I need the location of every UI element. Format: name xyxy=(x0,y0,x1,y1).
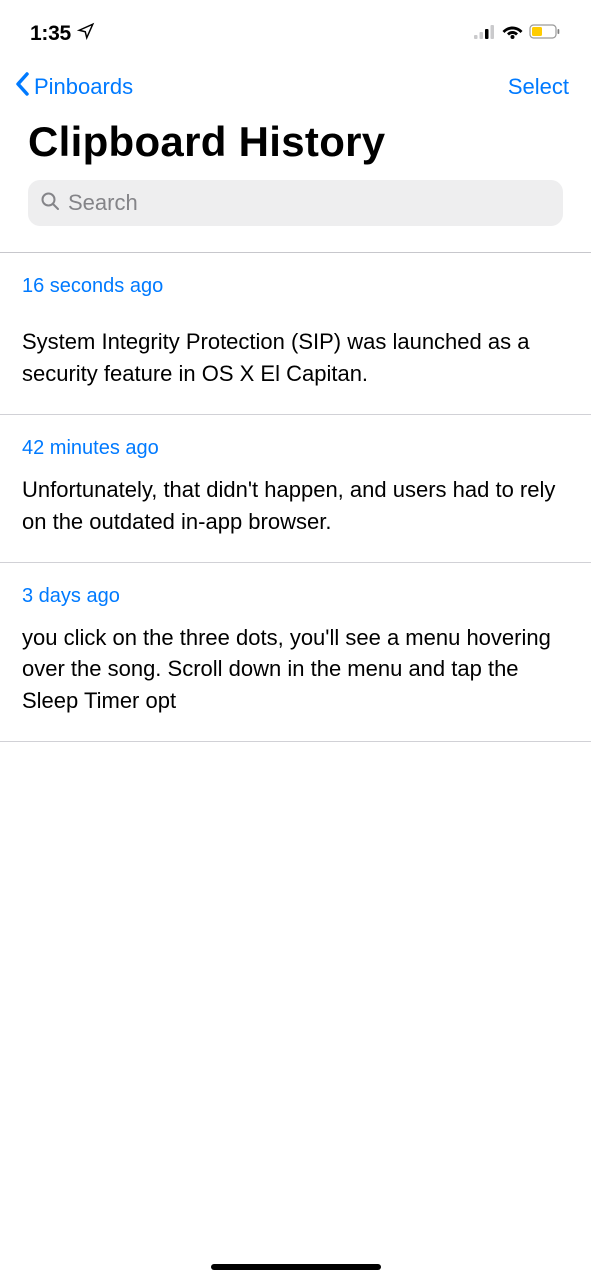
status-right xyxy=(474,24,561,44)
location-icon xyxy=(77,22,95,46)
home-indicator[interactable] xyxy=(211,1264,381,1270)
search-placeholder: Search xyxy=(68,190,138,216)
battery-icon xyxy=(529,24,561,44)
back-label: Pinboards xyxy=(34,74,133,100)
item-timestamp: 16 seconds ago xyxy=(22,275,569,298)
wifi-icon xyxy=(502,24,523,44)
search-input[interactable]: Search xyxy=(28,180,563,226)
status-bar: 1:35 xyxy=(0,0,591,50)
cellular-signal-icon xyxy=(474,25,496,44)
list-item[interactable]: 3 days ago you click on the three dots, … xyxy=(0,563,591,743)
search-icon xyxy=(40,191,60,216)
chevron-left-icon xyxy=(14,72,30,102)
item-timestamp: 42 minutes ago xyxy=(22,437,569,460)
nav-bar: Pinboards Select xyxy=(0,50,591,110)
back-button[interactable]: Pinboards xyxy=(14,72,133,102)
list-item[interactable]: 42 minutes ago Unfortunately, that didn'… xyxy=(0,415,591,563)
item-timestamp: 3 days ago xyxy=(22,585,569,608)
item-content: you click on the three dots, you'll see … xyxy=(22,622,569,718)
page-title: Clipboard History xyxy=(0,110,591,180)
item-content: System Integrity Protection (SIP) was la… xyxy=(22,326,569,390)
search-container: Search xyxy=(0,180,591,242)
status-left: 1:35 xyxy=(30,22,95,46)
list-item[interactable]: 16 seconds ago System Integrity Protecti… xyxy=(0,253,591,415)
select-button[interactable]: Select xyxy=(508,74,569,100)
status-time: 1:35 xyxy=(30,22,71,46)
item-content: Unfortunately, that didn't happen, and u… xyxy=(22,474,569,538)
